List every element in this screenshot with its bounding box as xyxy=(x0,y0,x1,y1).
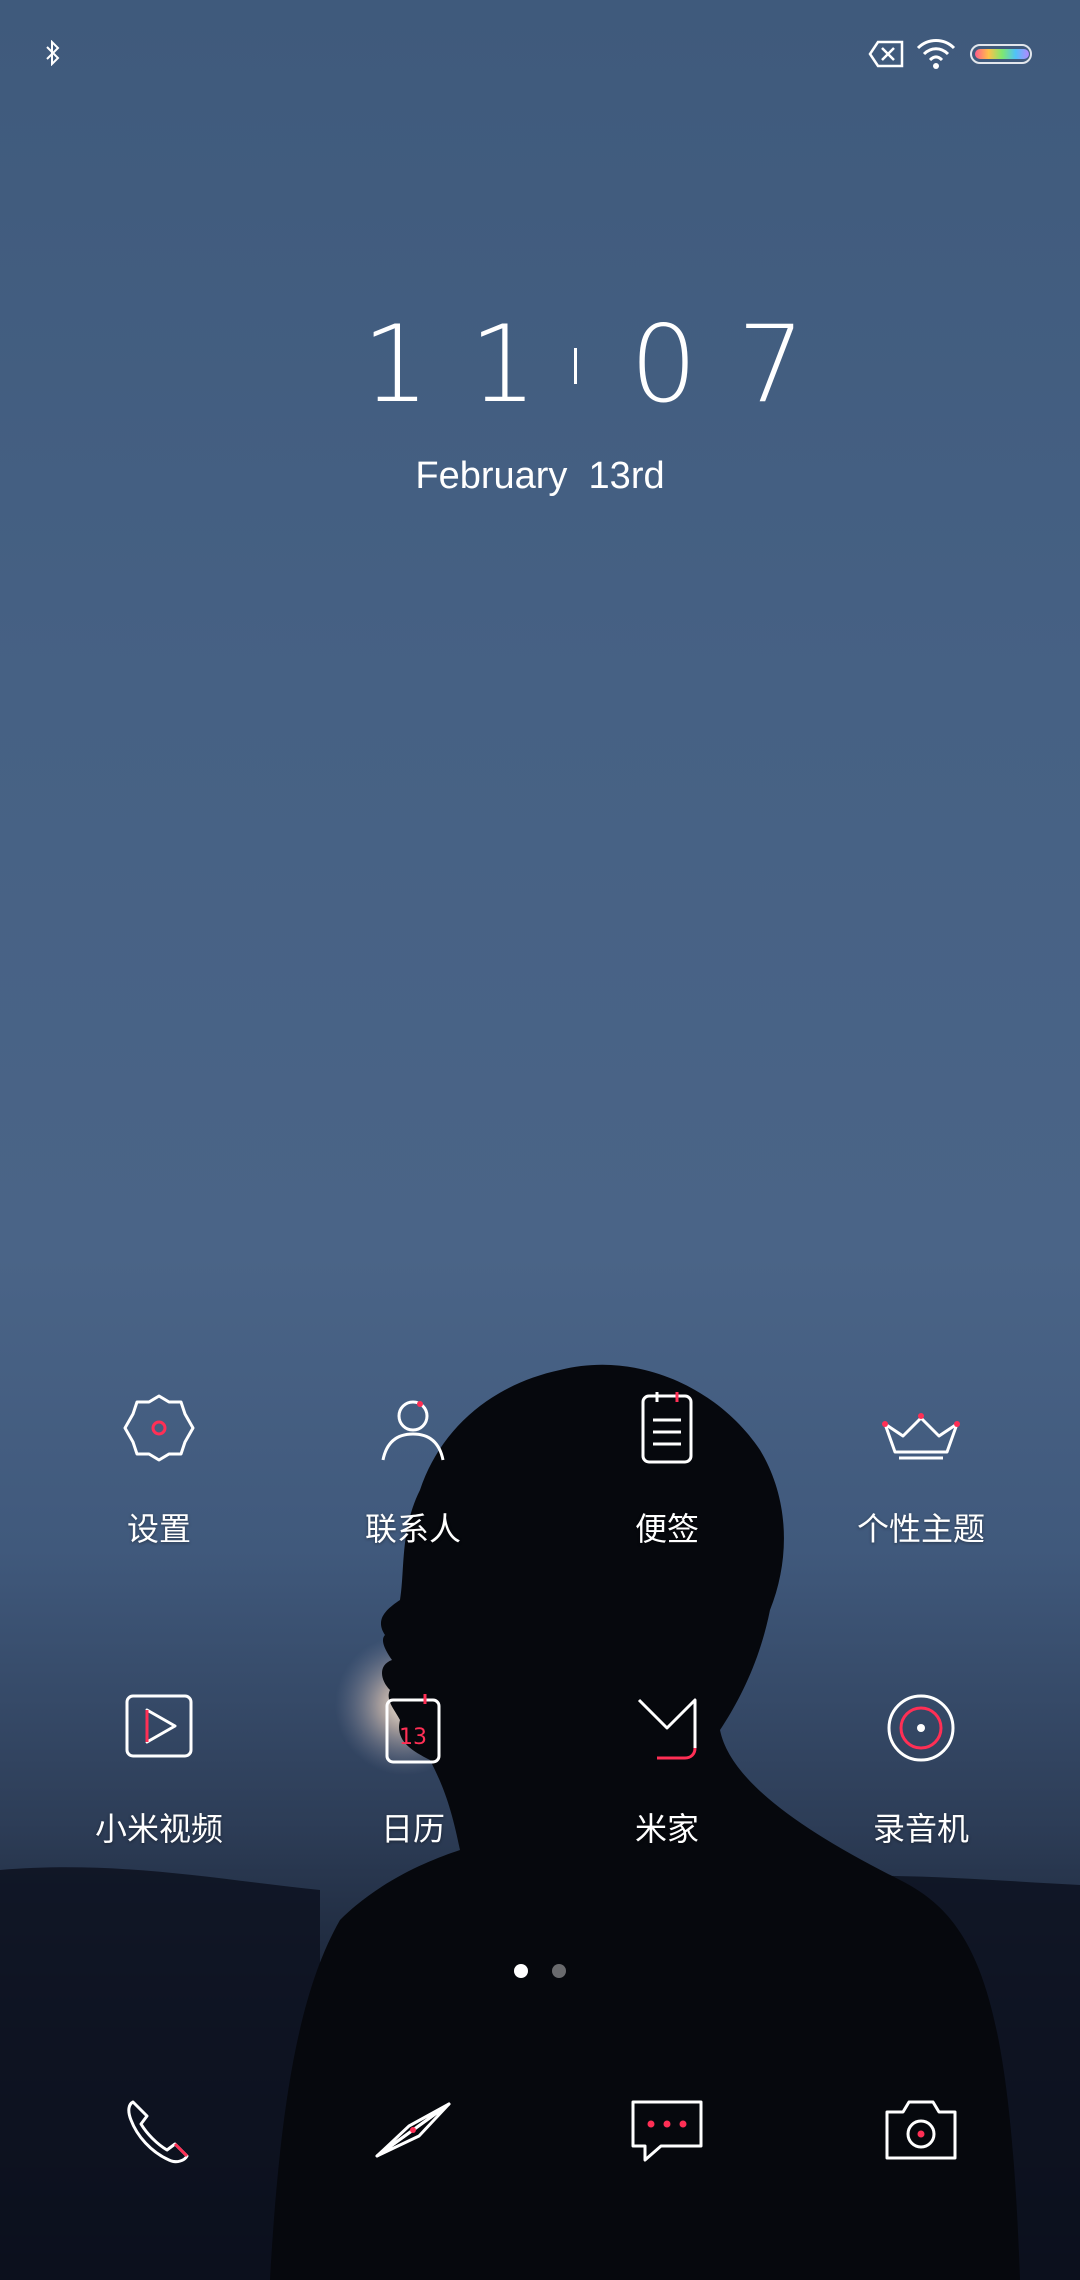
app-label: 日历 xyxy=(380,1810,445,1848)
clock-widget[interactable]: 11 07 xyxy=(0,300,1080,430)
clock-minutes: 07 xyxy=(630,303,845,426)
app-label: 设置 xyxy=(126,1510,191,1548)
app-recorder[interactable]: 录音机 xyxy=(794,1688,1048,1878)
page-dot-active[interactable] xyxy=(514,1964,528,1978)
video-icon xyxy=(125,1694,193,1758)
contact-icon xyxy=(381,1400,445,1461)
app-mijia[interactable]: 米家 xyxy=(540,1688,794,1878)
recorder-icon xyxy=(887,1694,955,1762)
app-label: 录音机 xyxy=(872,1810,969,1848)
app-label: 米家 xyxy=(634,1810,699,1848)
calendar-icon: 13 xyxy=(385,1694,441,1764)
battery-icon xyxy=(970,44,1032,64)
app-label: 联系人 xyxy=(364,1510,461,1548)
camera-icon[interactable] xyxy=(881,2090,961,2170)
no-sim-icon xyxy=(868,40,904,68)
app-label: 小米视频 xyxy=(94,1810,223,1848)
app-label: 个性主题 xyxy=(856,1510,985,1548)
app-calendar[interactable]: 13 日历 xyxy=(286,1688,540,1878)
wifi-icon xyxy=(916,39,956,69)
bluetooth-icon xyxy=(46,40,60,66)
app-video[interactable]: 小米视频 xyxy=(32,1688,286,1878)
app-themes[interactable]: 个性主题 xyxy=(794,1388,1048,1578)
app-label: 便签 xyxy=(634,1510,699,1548)
home-screen: 11 07 February 13rd 设置 联系人 便签 个性主题 小米视频 … xyxy=(0,0,1080,2280)
app-notes[interactable]: 便签 xyxy=(540,1388,794,1578)
app-settings[interactable]: 设置 xyxy=(32,1388,286,1578)
gear-icon xyxy=(123,1394,195,1462)
messages-icon[interactable] xyxy=(627,2090,707,2170)
mijia-icon xyxy=(637,1698,697,1760)
page-indicator[interactable] xyxy=(0,1964,1080,1984)
clock-hours: 11 xyxy=(362,303,577,426)
status-bar xyxy=(0,0,1080,110)
calendar-day: 13 xyxy=(399,1725,427,1750)
crown-icon xyxy=(882,1413,960,1460)
notes-icon xyxy=(641,1392,693,1464)
page-dot[interactable] xyxy=(552,1964,566,1978)
browser-icon[interactable] xyxy=(373,2090,453,2170)
date-label: February 13rd xyxy=(415,455,665,497)
phone-icon[interactable] xyxy=(119,2090,199,2170)
app-contacts[interactable]: 联系人 xyxy=(286,1388,540,1578)
clock-separator xyxy=(574,348,577,384)
